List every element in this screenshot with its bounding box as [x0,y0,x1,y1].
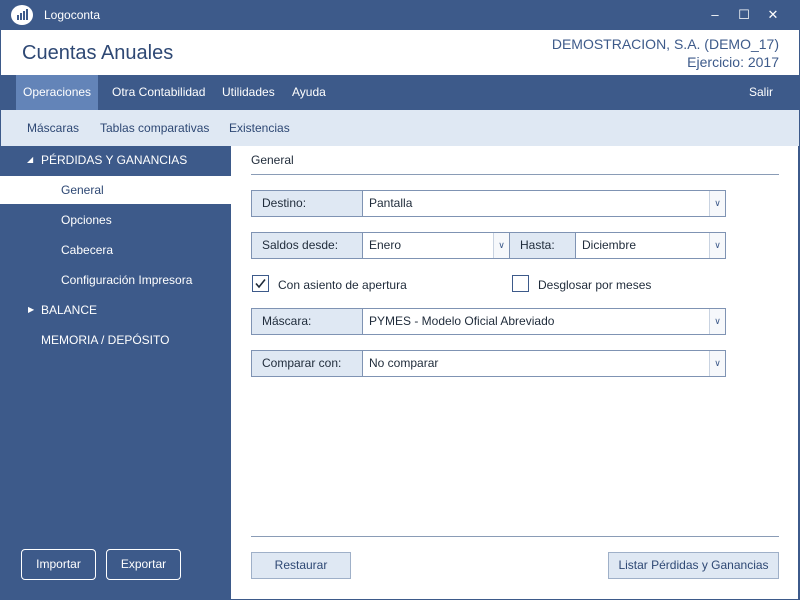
fiscal-year: Ejercicio: 2017 [687,54,779,70]
submenu-existencias[interactable]: Existencias [229,121,290,135]
sidebar-item-label: BALANCE [41,303,98,317]
sidebar-item-general[interactable]: General [0,176,231,204]
expanded-triangle-icon: ◢ [27,155,34,164]
comparar-label: Comparar con: [252,351,363,376]
mascara-label: Máscara: [252,309,363,334]
sidebar-item-cabecera[interactable]: Cabecera [0,236,231,264]
sub-menu: Máscaras Tablas comparativas Existencias [0,110,800,146]
comparar-select[interactable]: No comparar [363,351,438,376]
hasta-field: Hasta: Diciembre ∨ [510,232,726,259]
chevron-down-icon[interactable]: ∨ [709,309,725,334]
sidebar: ◢ PÉRDIDAS Y GANANCIAS General Opciones … [0,146,231,600]
mascara-select[interactable]: PYMES - Modelo Oficial Abreviado [363,309,554,334]
desglosar-checkbox[interactable] [512,275,529,292]
logoconta-logo-icon [11,5,33,25]
mascara-field: Máscara: PYMES - Modelo Oficial Abreviad… [251,308,726,335]
section-title: General [251,153,294,167]
con-asiento-checkbox[interactable] [252,275,269,292]
chevron-down-icon[interactable]: ∨ [709,233,725,258]
minimize-button[interactable]: – [701,5,729,25]
hasta-select[interactable]: Diciembre [576,233,636,258]
section-divider [251,174,779,175]
maximize-icon: ☐ [738,7,750,22]
export-button[interactable]: Exportar [106,549,181,580]
menu-otra-contabilidad[interactable]: Otra Contabilidad [112,75,205,110]
menu-salir[interactable]: Salir [749,75,773,110]
title-bar: Logoconta – ☐ ✕ [0,0,800,30]
page-title: Cuentas Anuales [22,42,174,64]
checkmark-icon [255,279,266,289]
chevron-down-icon[interactable]: ∨ [709,191,725,216]
saldos-desde-label: Saldos desde: [252,233,363,258]
sidebar-item-balance[interactable]: ▶ BALANCE [0,296,231,324]
import-button[interactable]: Importar [21,549,96,580]
footer-divider [251,536,779,537]
saldos-desde-field: Saldos desde: Enero ∨ [251,232,510,259]
chevron-down-icon[interactable]: ∨ [709,351,725,376]
app-title: Logoconta [44,8,101,22]
menu-ayuda[interactable]: Ayuda [292,75,326,110]
close-icon: ✕ [767,7,779,22]
destino-select[interactable]: Pantalla [363,191,412,216]
restore-button[interactable]: Restaurar [251,552,351,579]
desglosar-label: Desglosar por meses [538,278,652,292]
sidebar-item-configuracion-impresora[interactable]: Configuración Impresora [0,266,231,294]
collapsed-triangle-icon: ▶ [28,305,35,314]
hasta-label: Hasta: [510,233,576,258]
menu-utilidades[interactable]: Utilidades [222,75,275,110]
con-asiento-label: Con asiento de apertura [278,278,407,292]
saldos-desde-select[interactable]: Enero [363,233,401,258]
destino-label: Destino: [252,191,363,216]
submenu-tablas-comparativas[interactable]: Tablas comparativas [100,121,209,135]
content-panel: General Destino: Pantalla ∨ Saldos desde… [231,146,799,600]
chevron-down-icon[interactable]: ∨ [493,233,509,258]
page-header: Cuentas Anuales DEMOSTRACION, S.A. (DEMO… [0,30,800,75]
close-button[interactable]: ✕ [759,5,787,25]
main-menu: Operaciones Otra Contabilidad Utilidades… [0,75,800,110]
sidebar-item-perdidas-ganancias[interactable]: ◢ PÉRDIDAS Y GANANCIAS [0,146,231,174]
menu-operaciones[interactable]: Operaciones [16,75,98,110]
maximize-button[interactable]: ☐ [730,5,758,25]
submenu-mascaras[interactable]: Máscaras [27,121,79,135]
sidebar-item-memoria-deposito[interactable]: MEMORIA / DEPÓSITO [0,326,231,354]
company-name: DEMOSTRACION, S.A. (DEMO_17) [551,36,779,52]
minimize-icon: – [711,7,719,22]
comparar-field: Comparar con: No comparar ∨ [251,350,726,377]
destino-field: Destino: Pantalla ∨ [251,190,726,217]
list-perdidas-ganancias-button[interactable]: Listar Pérdidas y Ganancias [608,552,779,579]
sidebar-item-opciones[interactable]: Opciones [0,206,231,234]
sidebar-item-label: PÉRDIDAS Y GANANCIAS [41,153,188,167]
